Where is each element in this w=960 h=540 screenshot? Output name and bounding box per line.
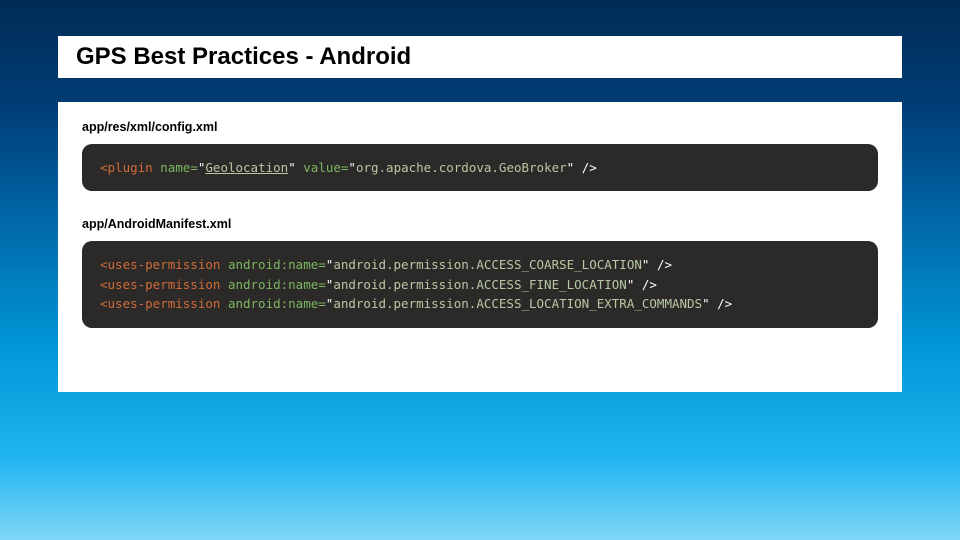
slide-title: GPS Best Practices - Android xyxy=(58,43,411,71)
code-line: <uses-permission android:name="android.p… xyxy=(100,255,860,274)
code-block-config: <plugin name="Geolocation" value="org.ap… xyxy=(82,144,878,191)
code-block-manifest: <uses-permission android:name="android.p… xyxy=(82,241,878,327)
title-bar: GPS Best Practices - Android xyxy=(58,36,902,78)
code-line: <plugin name="Geolocation" value="org.ap… xyxy=(100,158,860,177)
slide: GPS Best Practices - Android app/res/xml… xyxy=(0,0,960,540)
code-line: <uses-permission android:name="android.p… xyxy=(100,294,860,313)
file-label-manifest: app/AndroidManifest.xml xyxy=(82,217,878,231)
content-card: app/res/xml/config.xml <plugin name="Geo… xyxy=(58,102,902,392)
code-line: <uses-permission android:name="android.p… xyxy=(100,275,860,294)
file-label-config: app/res/xml/config.xml xyxy=(82,120,878,134)
